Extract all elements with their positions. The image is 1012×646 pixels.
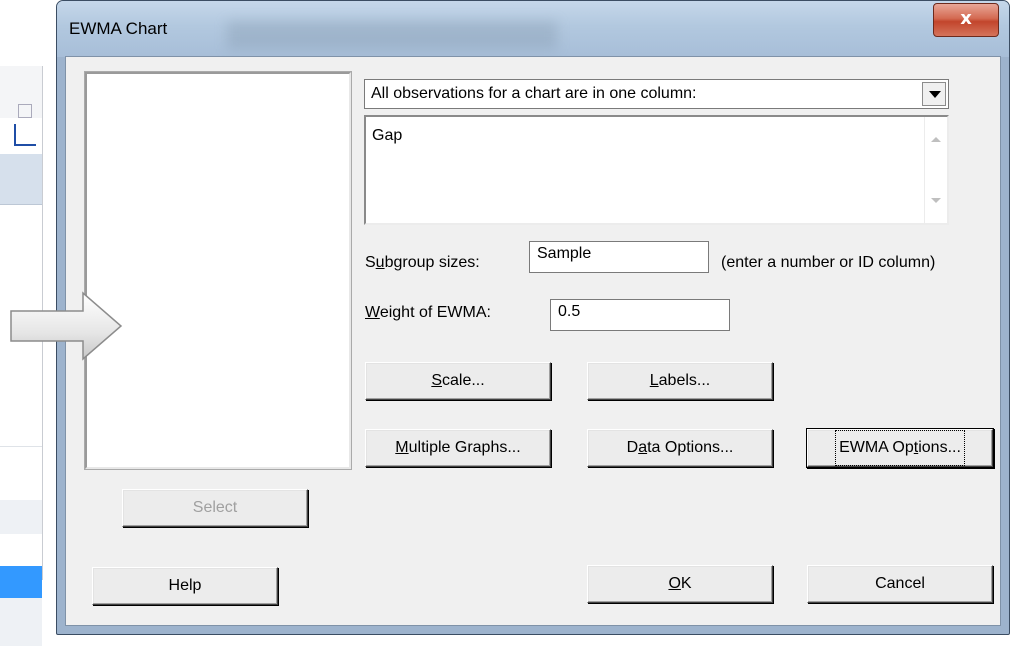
variable-list[interactable] (84, 71, 352, 470)
chart-data-arrangement-select[interactable]: All observations for a chart are in one … (364, 79, 949, 109)
ok-button[interactable]: OK (587, 565, 773, 603)
weight-of-ewma-label: Weight of EWMA: (365, 304, 491, 321)
annotation-arrow-icon (10, 291, 123, 361)
chart-tool-icon[interactable] (14, 124, 36, 146)
close-icon: x (960, 8, 972, 29)
background-list-row[interactable] (0, 598, 42, 646)
subgroup-sizes-field[interactable]: Sample (529, 241, 709, 273)
background-toolbar (0, 66, 42, 119)
dropdown-button[interactable] (922, 82, 946, 106)
background-list-row[interactable] (0, 500, 42, 534)
scale-button[interactable]: Scale... (365, 362, 551, 400)
dialog-client-area: All observations for a chart are in one … (65, 56, 1001, 626)
close-button[interactable]: x (933, 3, 999, 37)
subgroup-sizes-value: Sample (537, 245, 592, 262)
weight-of-ewma-value: 0.5 (558, 303, 581, 320)
chevron-down-icon (929, 91, 941, 98)
scroll-up-icon[interactable] (931, 137, 941, 142)
weight-of-ewma-field[interactable]: 0.5 (550, 299, 730, 331)
multiple-graphs-button[interactable]: Multiple Graphs... (365, 429, 551, 467)
select-button[interactable]: Select (122, 489, 308, 527)
help-button[interactable]: Help (92, 567, 278, 605)
data-options-button[interactable]: Data Options... (587, 429, 773, 467)
background-selected-row[interactable] (0, 566, 42, 598)
toolbar-tool-icon[interactable] (18, 104, 32, 118)
vertical-scrollbar[interactable] (924, 117, 947, 223)
scroll-down-icon[interactable] (931, 198, 941, 203)
combo-selected-value: All observations for a chart are in one … (371, 85, 697, 102)
background-window-title-ghost (227, 21, 557, 49)
background-header-band (0, 154, 42, 205)
subgroup-sizes-hint: (enter a number or ID column) (721, 254, 936, 271)
ewma-options-button[interactable]: EWMA Options... (807, 429, 993, 467)
cancel-button[interactable]: Cancel (807, 565, 993, 603)
ewma-chart-dialog: EWMA Chart x All observations for a char… (56, 0, 1010, 635)
subgroup-sizes-label: Subgroup sizes: (365, 254, 480, 271)
title-bar[interactable]: EWMA Chart x (57, 1, 1009, 57)
labels-button[interactable]: Labels... (587, 362, 773, 400)
variables-value: Gap (372, 127, 403, 144)
variables-input[interactable]: Gap (364, 115, 949, 225)
dialog-title: EWMA Chart (69, 19, 168, 38)
background-divider (0, 446, 42, 447)
